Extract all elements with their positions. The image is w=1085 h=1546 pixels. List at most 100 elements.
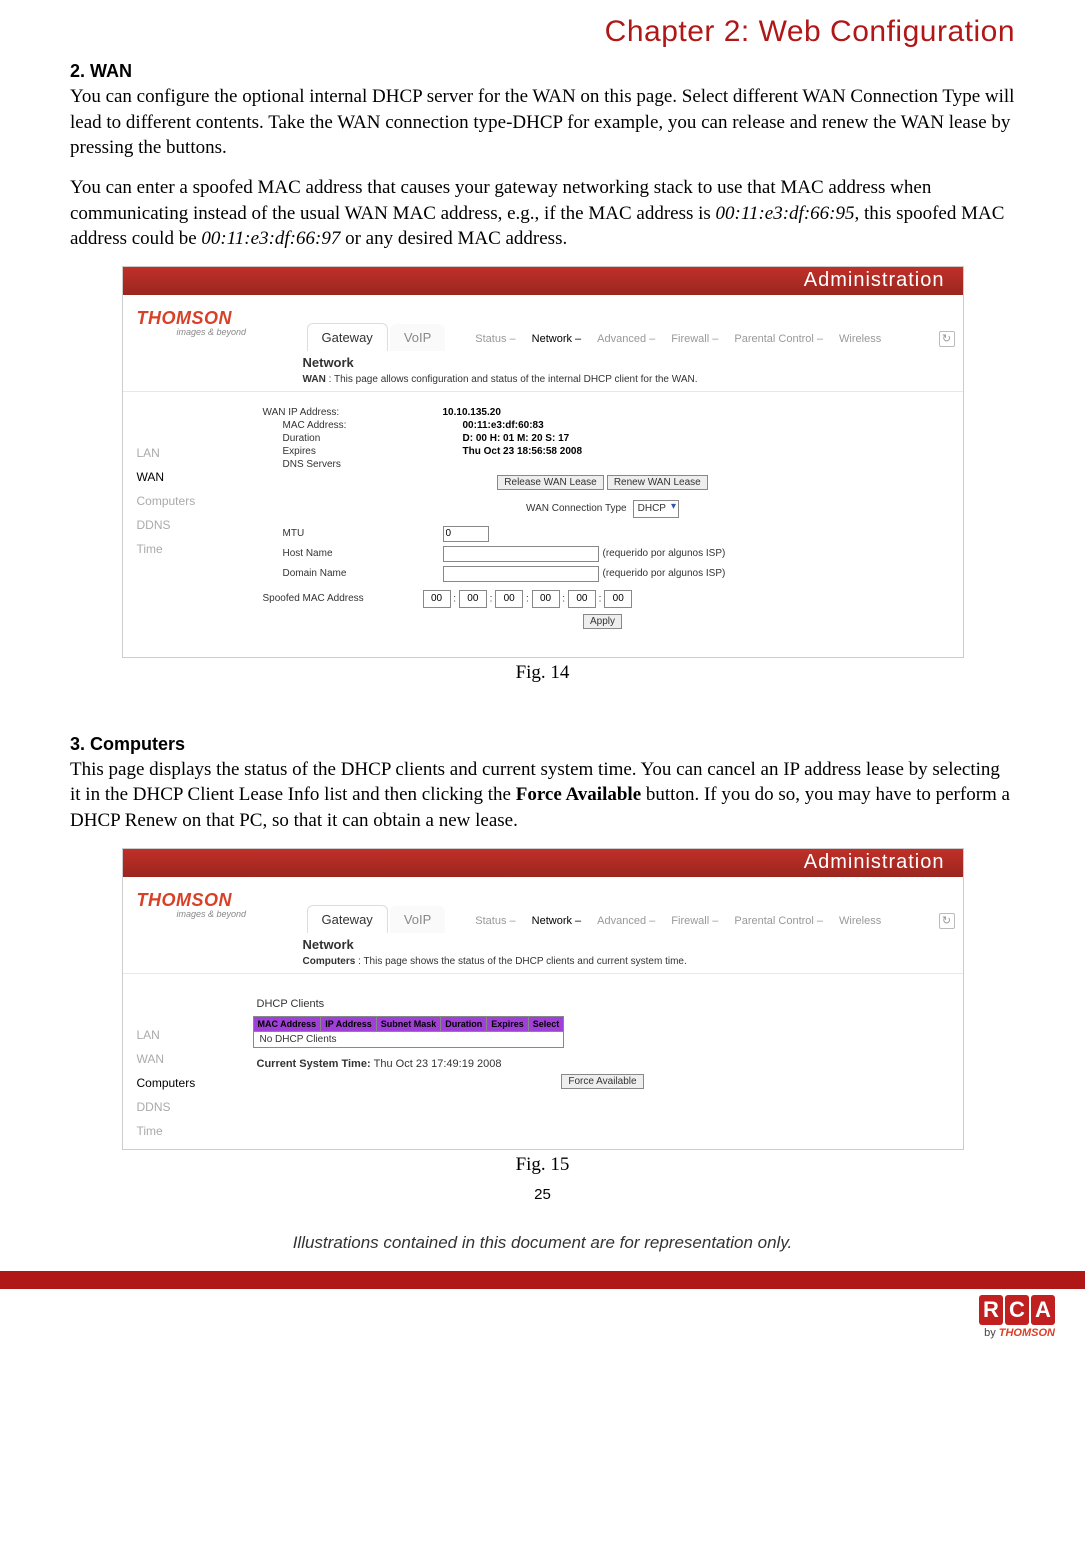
wan-desc-label: WAN	[303, 374, 326, 385]
conn-type-select[interactable]: DHCP	[633, 500, 679, 518]
spoof-mac-3[interactable]	[532, 590, 560, 608]
no-dhcp-clients: No DHCP Clients	[253, 1031, 564, 1047]
by-thomson: by THOMSON	[984, 1327, 1055, 1339]
sidebar-item-lan-2[interactable]: LAN	[137, 1028, 243, 1042]
dns-label: DNS Servers	[253, 459, 463, 470]
mtu-label: MTU	[253, 528, 443, 539]
admin-topbar-2: Administration	[123, 849, 963, 877]
subnav-network[interactable]: Network –	[524, 333, 590, 345]
sidebar-item-time-2[interactable]: Time	[137, 1124, 243, 1138]
logo-main: THOMSON	[137, 308, 307, 329]
wan-main-panel: WAN IP Address:10.10.135.20 MAC Address:…	[243, 400, 963, 657]
comp-desc-label: Computers	[303, 956, 356, 967]
rca-logo: R C A	[979, 1295, 1055, 1325]
subnav-wireless-2[interactable]: Wireless	[831, 915, 889, 927]
thomson-logo-2: THOMSON images & beyond	[123, 877, 307, 933]
subnav-parental[interactable]: Parental Control –	[726, 333, 831, 345]
network-title: Network	[123, 351, 963, 372]
wan-paragraph-1: You can configure the optional internal …	[70, 84, 1015, 161]
spoof-mac-2[interactable]	[495, 590, 523, 608]
dhcp-clients-title: DHCP Clients	[253, 988, 953, 1012]
spoof-mac-inputs: : : : : :	[423, 590, 633, 608]
subnav-firewall-2[interactable]: Firewall –	[663, 915, 726, 927]
wan-mac-example-2: 00:11:e3:df:66:97	[201, 228, 340, 249]
red-strip	[0, 1271, 1085, 1289]
curr-time-value: Thu Oct 23 17:49:19 2008	[374, 1058, 502, 1070]
subnav-wireless[interactable]: Wireless	[831, 333, 889, 345]
th-ip: IP Address	[321, 1016, 377, 1031]
spoof-mac-4[interactable]	[568, 590, 596, 608]
sidebar-item-computers-2[interactable]: Computers	[137, 1076, 243, 1090]
chapter-title: Chapter 2: Web Configuration	[70, 15, 1015, 49]
subnav-parental-2[interactable]: Parental Control –	[726, 915, 831, 927]
tab-voip-2[interactable]: VoIP	[390, 906, 445, 933]
spoof-mac-1[interactable]	[459, 590, 487, 608]
subnav-advanced-2[interactable]: Advanced –	[589, 915, 663, 927]
release-wan-lease-button[interactable]: Release WAN Lease	[497, 475, 603, 490]
th-expires: Expires	[487, 1016, 529, 1031]
rca-a: A	[1031, 1295, 1055, 1325]
subnav-status[interactable]: Status –	[467, 333, 523, 345]
wan-p2-c: or any desired MAC address.	[340, 228, 567, 249]
page-number: 25	[70, 1186, 1015, 1203]
table-row-empty: No DHCP Clients	[253, 1031, 564, 1047]
sidebar-item-wan[interactable]: WAN	[137, 470, 243, 484]
tab-gateway-2[interactable]: Gateway	[307, 905, 388, 933]
tab-voip[interactable]: VoIP	[390, 324, 445, 351]
th-mac: MAC Address	[253, 1016, 321, 1031]
section-heading-computers: 3. Computers	[70, 734, 1015, 755]
fig15-caption: Fig. 15	[70, 1154, 1015, 1176]
sidebar-item-lan[interactable]: LAN	[137, 446, 243, 460]
wan-mac-example-1: 00:11:e3:df:66:95	[716, 203, 855, 224]
main-tabs-2: Gateway VoIP	[307, 905, 448, 933]
screenshot-fig15: Administration THOMSON images & beyond G…	[122, 848, 964, 1150]
comp-main-panel: DHCP Clients MAC Address IP Address Subn…	[243, 982, 963, 1149]
tab-gateway[interactable]: Gateway	[307, 323, 388, 351]
spoof-mac-0[interactable]	[423, 590, 451, 608]
by-text: by	[984, 1327, 999, 1339]
fig14-caption: Fig. 14	[70, 662, 1015, 684]
comp-page-desc: Computers : This page shows the status o…	[123, 954, 963, 974]
dhcp-clients-table: MAC Address IP Address Subnet Mask Durat…	[253, 1016, 565, 1048]
host-name-input[interactable]	[443, 546, 599, 562]
sidebar-2: LAN WAN Computers DDNS Time	[123, 982, 243, 1149]
sidebar-item-computers[interactable]: Computers	[137, 494, 243, 508]
domain-name-input[interactable]	[443, 566, 599, 582]
spoof-mac-label: Spoofed MAC Address	[253, 593, 423, 604]
main-tabs: Gateway VoIP	[307, 323, 448, 351]
rca-r: R	[979, 1295, 1003, 1325]
subnav-firewall[interactable]: Firewall –	[663, 333, 726, 345]
subnav-network-2[interactable]: Network –	[524, 915, 590, 927]
logo-sub: images & beyond	[137, 327, 307, 337]
sidebar-item-time[interactable]: Time	[137, 542, 243, 556]
wan-ip-label: WAN IP Address:	[253, 407, 443, 418]
wan-page-desc: WAN : This page allows configuration and…	[123, 372, 963, 392]
sidebar-item-ddns[interactable]: DDNS	[137, 518, 243, 532]
refresh-icon[interactable]: ↻	[939, 331, 955, 347]
admin-label: Administration	[804, 269, 945, 292]
force-available-button[interactable]: Force Available	[561, 1074, 643, 1089]
apply-button[interactable]: Apply	[583, 614, 622, 629]
current-system-time: Current System Time: Thu Oct 23 17:49:19…	[253, 1052, 953, 1074]
curr-time-label: Current System Time:	[257, 1058, 374, 1070]
spoof-mac-5[interactable]	[604, 590, 632, 608]
th-duration: Duration	[441, 1016, 487, 1031]
subnav-advanced[interactable]: Advanced –	[589, 333, 663, 345]
th-subnet: Subnet Mask	[376, 1016, 441, 1031]
refresh-icon-2[interactable]: ↻	[939, 913, 955, 929]
admin-label-2: Administration	[804, 851, 945, 874]
logo-sub-2: images & beyond	[137, 909, 307, 919]
computers-paragraph-1: This page displays the status of the DHC…	[70, 757, 1015, 834]
host-name-label: Host Name	[253, 548, 443, 559]
thomson-text: THOMSON	[999, 1327, 1055, 1339]
expires-value: Thu Oct 23 18:56:58 2008	[463, 446, 953, 457]
sidebar-item-wan-2[interactable]: WAN	[137, 1052, 243, 1066]
table-header-row: MAC Address IP Address Subnet Mask Durat…	[253, 1016, 564, 1031]
domain-name-label: Domain Name	[253, 568, 443, 579]
rca-c: C	[1005, 1295, 1029, 1325]
subnav-status-2[interactable]: Status –	[467, 915, 523, 927]
thomson-logo: THOMSON images & beyond	[123, 295, 307, 351]
sidebar-item-ddns-2[interactable]: DDNS	[137, 1100, 243, 1114]
renew-wan-lease-button[interactable]: Renew WAN Lease	[607, 475, 708, 490]
mtu-input[interactable]	[443, 526, 489, 542]
